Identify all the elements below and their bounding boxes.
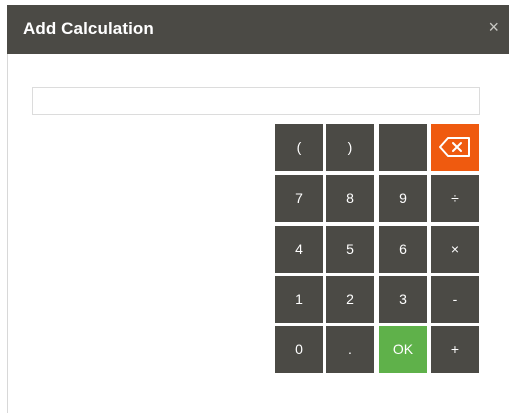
- key-6[interactable]: 6: [379, 226, 427, 273]
- key-0[interactable]: 0: [275, 326, 323, 373]
- key-7[interactable]: 7: [275, 175, 323, 222]
- key-open-paren[interactable]: (: [275, 124, 323, 171]
- key-close-paren[interactable]: ): [326, 124, 374, 171]
- key-2[interactable]: 2: [326, 276, 374, 323]
- key-minus[interactable]: -: [431, 276, 479, 323]
- add-calculation-dialog: Add Calculation × ( ) 7 8 9 ÷ 4 5 6 × 1 …: [0, 0, 509, 413]
- close-icon[interactable]: ×: [488, 18, 499, 36]
- key-multiply[interactable]: ×: [431, 226, 479, 273]
- key-4[interactable]: 4: [275, 226, 323, 273]
- key-decimal[interactable]: .: [326, 326, 374, 373]
- key-5[interactable]: 5: [326, 226, 374, 273]
- key-3[interactable]: 3: [379, 276, 427, 323]
- backspace-icon: [439, 137, 470, 157]
- key-1[interactable]: 1: [275, 276, 323, 323]
- key-8[interactable]: 8: [326, 175, 374, 222]
- key-divide[interactable]: ÷: [431, 175, 479, 222]
- dialog-left-border: [7, 54, 8, 413]
- calculation-input[interactable]: [32, 87, 480, 115]
- ok-button[interactable]: OK: [379, 326, 427, 373]
- key-9[interactable]: 9: [379, 175, 427, 222]
- key-backspace[interactable]: [431, 124, 479, 171]
- key-blank[interactable]: [379, 124, 427, 171]
- title-bar: Add Calculation ×: [7, 5, 509, 54]
- key-plus[interactable]: +: [431, 326, 479, 373]
- dialog-title: Add Calculation: [23, 19, 154, 38]
